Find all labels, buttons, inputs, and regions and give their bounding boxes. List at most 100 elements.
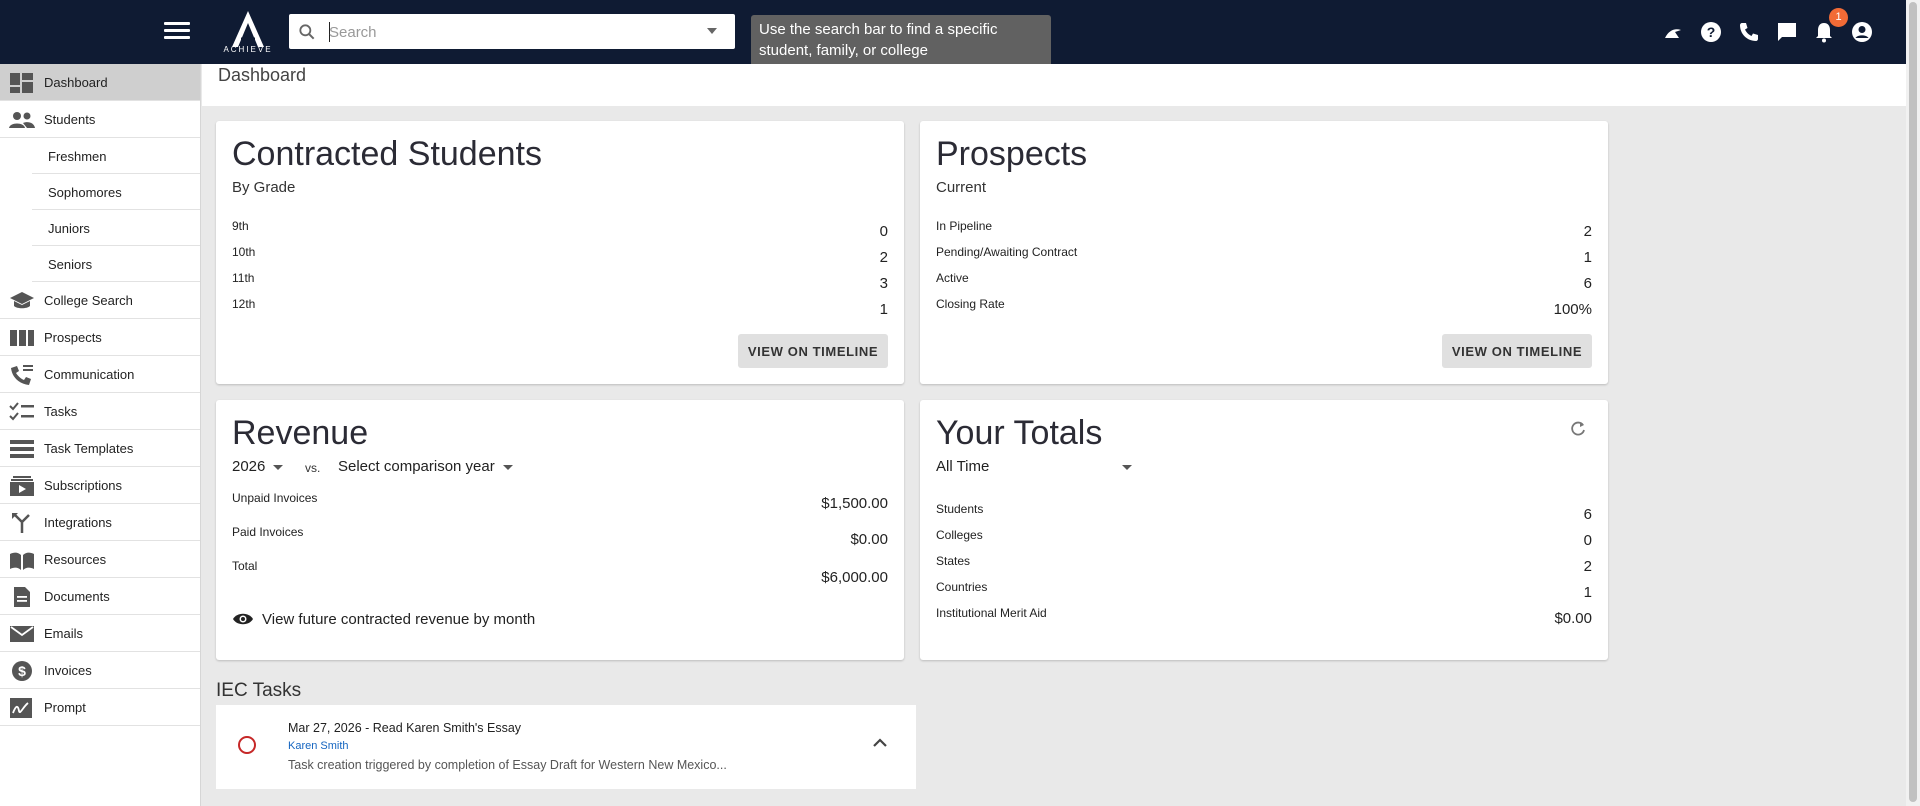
eye-icon <box>233 613 253 625</box>
search-bar[interactable] <box>289 14 735 49</box>
your-totals-card: Your Totals All Time Students 6 Colleges 0… <box>920 400 1608 660</box>
stat-value: 0 <box>1583 532 1592 549</box>
search-dropdown-icon[interactable] <box>707 28 717 34</box>
task-complete-checkbox[interactable] <box>238 736 256 754</box>
stat-label: Countries <box>936 580 988 594</box>
stat-row: 10th 2 <box>232 245 888 271</box>
stat-value: 1 <box>1583 249 1592 266</box>
stat-row: 12th 1 <box>232 297 888 323</box>
stat-value: 1 <box>879 301 888 318</box>
sidebar-item-resources[interactable]: Resources <box>0 541 200 578</box>
document-icon <box>14 587 30 607</box>
sidebar-item-task-templates[interactable]: Task Templates <box>0 430 200 467</box>
comparison-year-value: Select comparison year <box>338 458 495 475</box>
sidebar-item-label: Prompt <box>44 700 86 715</box>
revenue-card: Revenue 2026 vs. Select comparison year … <box>216 400 904 660</box>
templates-icon <box>10 440 34 458</box>
stat-label: 12th <box>232 297 256 311</box>
sidebar-item-label: Documents <box>44 589 110 604</box>
search-icon <box>299 24 315 40</box>
vs-label: vs. <box>305 461 321 475</box>
stat-value: $6,000.00 <box>821 569 888 586</box>
stat-value: 0 <box>879 223 888 240</box>
stat-row: Paid Invoices $0.00 <box>232 525 888 555</box>
sidebar-item-label: Invoices <box>44 663 92 678</box>
stat-value: 100% <box>1553 301 1592 318</box>
sidebar-item-documents[interactable]: Documents <box>0 578 200 615</box>
card-title: Revenue <box>232 414 369 452</box>
task-title: Mar 27, 2026 - Read Karen Smith's Essay <box>288 721 522 735</box>
sidebar-item-label: Resources <box>44 552 107 567</box>
sidebar-item-label: College Search <box>44 293 133 308</box>
sidebar-item-label: Subscriptions <box>44 478 123 493</box>
sidebar-item-invoices[interactable]: $ Invoices <box>0 652 200 689</box>
stat-label: 11th <box>232 271 255 285</box>
sidebar-item-tasks[interactable]: Tasks <box>0 393 200 430</box>
help-icon[interactable]: ? <box>1699 20 1723 44</box>
view-on-timeline-button[interactable]: VIEW ON TIMELINE <box>738 334 888 368</box>
sidebar-item-label: Students <box>44 112 96 127</box>
columns-icon <box>10 330 34 346</box>
task-student-link[interactable]: Karen Smith <box>288 740 349 752</box>
period-select[interactable]: All Time <box>936 458 1132 475</box>
comparison-year-select[interactable]: Select comparison year <box>338 458 513 475</box>
dropdown-arrow-icon <box>502 464 513 470</box>
sidebar-item-seniors[interactable]: Seniors <box>32 246 200 282</box>
search-input[interactable] <box>329 20 689 44</box>
sidebar-item-dashboard[interactable]: Dashboard <box>0 64 200 101</box>
card-subtitle: Current <box>936 179 987 196</box>
stat-row: Closing Rate 100% <box>936 297 1592 323</box>
year-select-value: 2026 <box>232 458 266 475</box>
stat-row: States 2 <box>936 554 1592 580</box>
checklist-icon <box>9 402 34 421</box>
sidebar-item-label: Prospects <box>44 330 102 345</box>
svg-text:?: ? <box>1707 24 1716 40</box>
sidebar-item-communication[interactable]: Communication <box>0 356 200 393</box>
stat-row: Pending/Awaiting Contract 1 <box>936 245 1592 271</box>
year-select[interactable]: 2026 <box>232 458 284 475</box>
stat-label: Institutional Merit Aid <box>936 606 1047 620</box>
sidebar-item-subscriptions[interactable]: Subscriptions <box>0 467 200 504</box>
sidebar-item-label: Task Templates <box>44 441 134 456</box>
chevron-up-icon[interactable] <box>871 734 889 752</box>
stat-value: 2 <box>1583 558 1592 575</box>
sidebar-item-label: Integrations <box>44 515 112 530</box>
chat-icon[interactable] <box>1775 20 1799 44</box>
sidebar-item-college-search[interactable]: College Search <box>0 282 200 319</box>
theme-icon[interactable] <box>1661 20 1685 44</box>
phone-icon[interactable] <box>1737 20 1761 44</box>
stat-label: Paid Invoices <box>232 525 304 539</box>
stat-value: $0.00 <box>850 531 888 548</box>
book-icon <box>10 552 34 570</box>
people-icon <box>9 112 35 128</box>
stat-label: 10th <box>232 245 256 259</box>
stat-row: Unpaid Invoices $1,500.00 <box>232 491 888 521</box>
stat-row: 11th 3 <box>232 271 888 297</box>
menu-icon[interactable] <box>164 19 190 45</box>
future-revenue-label: View future contracted revenue by month <box>262 611 536 628</box>
stat-label: In Pipeline <box>936 219 993 233</box>
sidebar-item-sophomores[interactable]: Sophomores <box>32 174 200 210</box>
sidebar-item-freshmen[interactable]: Freshmen <box>32 138 200 174</box>
stat-row: Students 6 <box>936 502 1592 528</box>
sidebar-item-integrations[interactable]: Integrations <box>0 504 200 541</box>
svg-text:$: $ <box>18 663 26 679</box>
account-icon[interactable] <box>1850 20 1874 44</box>
scrollbar-thumb[interactable] <box>1909 2 1917 802</box>
logo-text: ACHIEVE <box>223 45 273 54</box>
task-item[interactable]: Mar 27, 2026 - Read Karen Smith's Essay … <box>216 705 916 789</box>
signature-icon <box>10 698 32 718</box>
sidebar-item-juniors[interactable]: Juniors <box>32 210 200 246</box>
sidebar-item-label: Communication <box>44 367 135 382</box>
sidebar-item-prompt[interactable]: Prompt <box>0 689 200 726</box>
sidebar-item-students[interactable]: Students <box>0 101 200 138</box>
stat-row: Active 6 <box>936 271 1592 297</box>
prospects-card: Prospects Current In Pipeline 2 Pending/A… <box>920 121 1608 384</box>
sidebar-item-prospects[interactable]: Prospects <box>0 319 200 356</box>
view-on-timeline-button[interactable]: VIEW ON TIMELINE <box>1442 334 1592 368</box>
stat-value: 2 <box>1583 223 1592 240</box>
stat-value: $1,500.00 <box>821 495 888 512</box>
sidebar-item-emails[interactable]: Emails <box>0 615 200 652</box>
page-scrollbar[interactable] <box>1906 0 1920 806</box>
refresh-icon[interactable] <box>1570 421 1586 437</box>
